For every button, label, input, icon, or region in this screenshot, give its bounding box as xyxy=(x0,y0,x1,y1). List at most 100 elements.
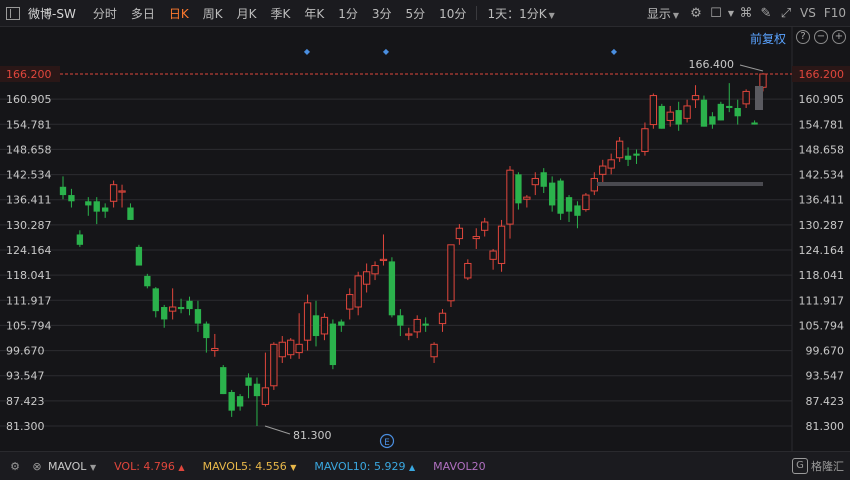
zoom-in-icon[interactable]: + xyxy=(832,30,846,44)
close-icon[interactable]: ⊗ xyxy=(26,452,48,480)
candle-body-down xyxy=(388,261,396,316)
y-tick-label-right: 142.534 xyxy=(799,169,845,182)
tab-multi-day[interactable]: 多日 xyxy=(124,5,162,22)
checkbox-icon[interactable]: ☐ xyxy=(706,0,726,26)
mavol10-readout: MAVOL10: 5.929 ▲ xyxy=(314,460,415,473)
display-menu-label: 显示 xyxy=(646,6,671,21)
y-tick-label-left: 148.658 xyxy=(6,143,52,156)
pencil-icon[interactable]: ✎ xyxy=(756,0,776,26)
candle-body-up xyxy=(270,343,278,387)
candle-body-up xyxy=(438,312,447,325)
event-diamond[interactable]: ◆ xyxy=(304,47,311,56)
tab-weekly-k[interactable]: 周K xyxy=(196,5,230,22)
mavol10-label: MAVOL10: xyxy=(314,459,371,473)
candle-body-down xyxy=(540,172,547,187)
mavol10-arrow-icon: ▲ xyxy=(409,462,416,472)
y-tick-label-left: 166.200 xyxy=(6,68,52,81)
multi-day-select[interactable]: 1天：1分K ▼ xyxy=(480,5,561,22)
adjust-mode-button[interactable]: 前复权 xyxy=(750,30,786,47)
candle-body-down xyxy=(624,155,632,160)
candle-body-down xyxy=(717,103,724,121)
vs-button[interactable]: VS xyxy=(796,6,820,20)
candle-body-down xyxy=(253,383,261,397)
candle-body-up xyxy=(742,90,750,105)
candle-body-down xyxy=(161,307,168,320)
candle-body-down xyxy=(397,315,404,326)
candle-body-up xyxy=(371,265,379,275)
event-diamond[interactable]: ◆ xyxy=(611,47,618,56)
high-annotation: 166.400 xyxy=(689,58,735,71)
gear-icon[interactable]: ⚙ xyxy=(686,0,706,26)
brand-logo-icon: G xyxy=(792,458,808,474)
candle-body-up xyxy=(287,339,295,356)
y-tick-label-right: 87.423 xyxy=(806,395,845,408)
mavol5-label: MAVOL5: xyxy=(202,459,252,473)
candle-body-down xyxy=(76,234,84,245)
y-tick-label-right: 111.917 xyxy=(799,294,845,307)
y-tick-label-left: 81.300 xyxy=(6,420,45,433)
vol-readout: VOL: 4.796 ▲ xyxy=(114,460,184,473)
candle-body-down xyxy=(135,246,143,266)
brand-watermark: G 格隆汇 xyxy=(792,458,844,474)
candle-body-down xyxy=(751,122,758,125)
candle-body-up xyxy=(362,271,371,285)
mavol5-readout: MAVOL5: 4.556 ▼ xyxy=(203,460,297,473)
candle-body-down xyxy=(709,116,716,125)
indicator-select[interactable]: MAVOL ▼ xyxy=(48,460,96,473)
tab-monthly-k[interactable]: 月K xyxy=(230,5,264,22)
candle-body-down xyxy=(228,392,235,411)
mavol20-readout: MAVOL20 xyxy=(433,460,485,473)
mavol20-label: MAVOL20 xyxy=(433,459,486,473)
candle-body-down xyxy=(312,315,320,337)
y-tick-label-right: 160.905 xyxy=(799,93,845,106)
chart-grid xyxy=(0,26,793,451)
candle-body-down xyxy=(557,180,564,214)
tab-5min[interactable]: 5分 xyxy=(399,5,433,22)
candle-body-down xyxy=(203,323,210,339)
event-diamond[interactable]: ◆ xyxy=(383,47,390,56)
candle-body-up xyxy=(346,294,354,310)
mavol5-value: 4.556 xyxy=(255,459,287,473)
chevron-down-icon[interactable]: ▼ xyxy=(726,0,736,26)
volume-indicator-bar: ⚙ ⊗ MAVOL ▼ VOL: 4.796 ▲ MAVOL5: 4.556 ▼… xyxy=(0,451,850,480)
tab-quarterly-k[interactable]: 季K xyxy=(263,5,297,22)
candle-body-up xyxy=(683,105,691,119)
candle-body-down xyxy=(85,201,92,206)
help-icon[interactable]: ? xyxy=(796,30,810,44)
fullscreen-icon[interactable]: ⤢ xyxy=(776,0,796,26)
y-tick-label-right: 118.041 xyxy=(799,269,845,282)
y-tick-label-right: 105.794 xyxy=(799,319,845,332)
tab-intraday[interactable]: 分时 xyxy=(86,5,124,22)
camera-icon[interactable]: ⌘ xyxy=(736,0,756,26)
y-tick-label-right: 166.200 xyxy=(799,68,845,81)
candle-body-down xyxy=(726,105,733,108)
candle-body-up xyxy=(472,236,480,240)
brand-text: 格隆汇 xyxy=(811,460,844,473)
tab-daily-k[interactable]: 日K xyxy=(162,5,196,22)
candle-body-up xyxy=(759,73,767,88)
vol-value: 4.796 xyxy=(143,459,175,473)
candle-body-up xyxy=(354,275,362,308)
f10-button[interactable]: F10 xyxy=(820,6,850,20)
gear-icon[interactable]: ⚙ xyxy=(4,452,26,480)
zoom-out-icon[interactable]: − xyxy=(814,30,828,44)
tab-3min[interactable]: 3分 xyxy=(365,5,399,22)
candle-body-down xyxy=(633,153,640,156)
sidebar-toggle-icon[interactable] xyxy=(6,6,20,20)
display-menu[interactable]: 显示 ▼ xyxy=(640,5,686,22)
candle-body-down xyxy=(658,105,665,129)
candle-body-up xyxy=(506,169,514,225)
candle-body-down xyxy=(220,367,227,395)
toolbar-divider xyxy=(476,6,478,20)
tab-1min[interactable]: 1分 xyxy=(331,5,365,22)
toolbar-right: 显示 ▼ ⚙ ☐ ▼ ⌘ ✎ ⤢ VS F10 xyxy=(640,0,850,26)
y-tick-label-right: 136.411 xyxy=(799,194,845,207)
event-e-label: E xyxy=(384,438,390,448)
y-tick-label-right: 81.300 xyxy=(806,420,845,433)
candle-body-down xyxy=(329,323,337,366)
candlestick-chart[interactable]: ◆ ◆ ◆ 166.400 81.300 E 166.200 166.200 160… xyxy=(0,26,850,451)
candle-body-up xyxy=(118,190,126,193)
tab-yearly-k[interactable]: 年K xyxy=(297,5,331,22)
tab-10min[interactable]: 10分 xyxy=(432,5,473,22)
y-tick-label-left: 111.917 xyxy=(6,294,52,307)
